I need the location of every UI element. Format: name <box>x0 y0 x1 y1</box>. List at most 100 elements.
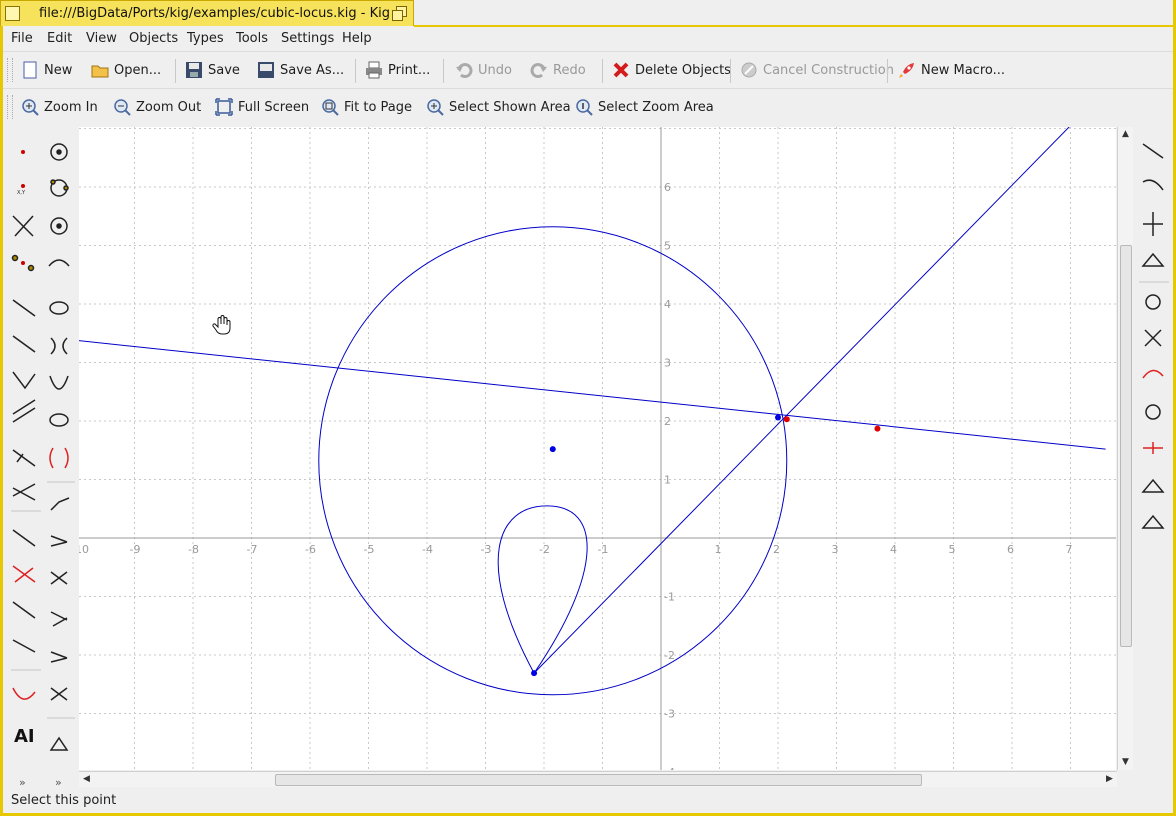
point-reflection-icon[interactable] <box>1141 252 1165 267</box>
vector-tool-icon[interactable] <box>12 601 36 619</box>
zoom-out-icon <box>113 98 131 116</box>
cancel-construction-button[interactable]: Cancel Construction <box>740 60 894 80</box>
save-button[interactable]: Save <box>185 60 240 80</box>
menu-help[interactable]: Help <box>342 31 372 46</box>
x-tick-label: -7 <box>247 543 258 556</box>
locus-moving-point <box>531 670 538 677</box>
redo-label: Redo <box>553 62 586 78</box>
scroll-down-arrow-icon[interactable]: ▼ <box>1119 756 1132 769</box>
conic-tool-icon[interactable] <box>49 301 69 315</box>
menu-settings[interactable]: Settings <box>281 31 334 46</box>
locus-tool-icon[interactable] <box>12 687 36 700</box>
construction-circle <box>318 226 788 696</box>
canvas-drawing: -10 -9 -8 -7 -6 -5 -4 -3 -2 -1 1 2 3 4 5 6 7 6 5 4 3 2 1 -1 -2 -3… <box>79 127 1116 770</box>
projective-icon[interactable] <box>1145 404 1161 420</box>
menu-file[interactable]: File <box>11 31 33 46</box>
horizontal-scroll-thumb[interactable] <box>275 774 922 786</box>
rotation-icon[interactable] <box>1142 179 1164 191</box>
harmonic-homology-icon[interactable] <box>1141 514 1165 529</box>
print-button[interactable]: Print... <box>365 60 430 80</box>
polygon-center-icon[interactable] <box>50 611 68 627</box>
perpendicular-tool-icon[interactable] <box>12 449 36 467</box>
redo-button[interactable]: Redo <box>530 60 586 80</box>
delete-objects-button[interactable]: Delete Objects <box>612 60 731 80</box>
expand-chevron-icon[interactable]: » <box>55 776 62 789</box>
intersection-tool-icon[interactable] <box>12 215 34 237</box>
segment-endpoints-icon[interactable] <box>12 529 36 547</box>
point-tool-icon[interactable] <box>21 150 25 154</box>
save-as-button[interactable]: Save As... <box>257 60 344 80</box>
menu-types[interactable]: Types <box>187 31 224 46</box>
menu-view[interactable]: View <box>86 31 117 46</box>
zoom-in-button[interactable]: Zoom In <box>21 97 98 117</box>
maximize-icon[interactable] <box>391 5 407 21</box>
vertical-scroll-thumb[interactable] <box>1120 245 1132 647</box>
select-zoom-area-button[interactable]: Select Zoom Area <box>575 97 714 117</box>
text-label-icon[interactable]: AI <box>14 726 35 747</box>
x-tick-label: -9 <box>130 543 141 556</box>
scroll-right-arrow-icon[interactable]: ▶ <box>1103 773 1116 786</box>
circle-inversion-icon[interactable] <box>1142 369 1164 379</box>
new-button[interactable]: New <box>21 60 72 80</box>
select-shown-area-button[interactable]: Select Shown Area <box>426 97 571 117</box>
point-by-coords-icon[interactable]: X,Y <box>17 184 26 196</box>
menu-edit[interactable]: Edit <box>47 31 72 46</box>
circle-center-point-icon[interactable] <box>50 143 68 161</box>
x-tick-label: 4 <box>890 543 897 556</box>
vertical-scrollbar[interactable]: ▲ ▼ <box>1117 127 1133 770</box>
affinity-icon[interactable] <box>1143 442 1163 454</box>
parallel-tool-icon[interactable] <box>12 399 36 423</box>
horizontal-scrollbar[interactable]: ◀ ▶ <box>79 771 1117 787</box>
x-tick-label: -5 <box>364 543 375 556</box>
window-menu-icon[interactable] <box>5 6 20 21</box>
x-tick-label: 6 <box>1007 543 1014 556</box>
line-tool-icon[interactable] <box>12 299 36 317</box>
homothety-icon[interactable] <box>1144 329 1162 347</box>
angle-bisector-icon[interactable] <box>12 371 36 390</box>
printer-icon <box>365 61 383 79</box>
toolbar-grip[interactable] <box>7 95 13 119</box>
scaling-icon[interactable] <box>1145 294 1161 310</box>
zoom-select-icon <box>426 98 444 116</box>
zoom-out-button[interactable]: Zoom Out <box>113 97 201 117</box>
hand-cursor-shape <box>212 315 231 335</box>
right-tool-icons <box>1139 143 1169 529</box>
open-button[interactable]: Open... <box>91 60 161 80</box>
scroll-up-arrow-icon[interactable]: ▲ <box>1119 128 1132 141</box>
fit-to-page-button[interactable]: Fit to Page <box>321 97 412 117</box>
line-by-vector-icon[interactable] <box>12 483 36 501</box>
cubic-tool-icon[interactable] <box>49 447 69 469</box>
menu-objects[interactable]: Objects <box>129 31 178 46</box>
full-screen-button[interactable]: Full Screen <box>215 97 309 117</box>
regular-polygon-icon[interactable] <box>50 571 68 585</box>
undo-button[interactable]: Undo <box>455 60 512 80</box>
polygon-vertices-icon[interactable] <box>50 497 70 511</box>
hyperbola-tool-icon[interactable] <box>50 337 68 355</box>
conic-five-points-icon[interactable] <box>49 413 69 427</box>
save-as-label: Save As... <box>280 62 345 78</box>
y-tick-label: 1 <box>664 474 671 487</box>
expand-chevron-icon[interactable]: » <box>19 776 26 789</box>
midpoint-tool-icon[interactable] <box>11 254 35 272</box>
polygon-sides-icon[interactable] <box>50 535 68 547</box>
scroll-left-arrow-icon[interactable]: ◀ <box>80 773 93 786</box>
remove-segment-icon[interactable] <box>12 565 36 583</box>
circle-three-points-icon[interactable] <box>50 179 69 197</box>
triangle-tool-icon[interactable] <box>49 736 69 751</box>
star-polygon-icon[interactable] <box>50 687 68 701</box>
similitude-icon[interactable] <box>1141 478 1165 493</box>
segment-tool-icon[interactable] <box>12 335 36 353</box>
toolbar-grip[interactable] <box>7 58 13 82</box>
translation-icon[interactable] <box>1142 143 1164 159</box>
circle-radius-icon[interactable] <box>50 217 68 235</box>
geometry-canvas[interactable]: -10 -9 -8 -7 -6 -5 -4 -3 -2 -1 1 2 3 4 5 6 7 6 5 4 3 2 1 -1 -2 -3… <box>79 127 1116 770</box>
parabola-tool-icon[interactable] <box>49 375 69 390</box>
new-macro-button[interactable]: New Macro... <box>898 60 1005 80</box>
reflection-line-icon[interactable] <box>1143 212 1163 236</box>
arc-tool-icon[interactable] <box>48 259 70 267</box>
convex-hull-icon[interactable] <box>50 651 68 663</box>
polygon-side-icon[interactable] <box>12 639 36 653</box>
title-bar[interactable]: file:///BigData/Ports/kig/examples/cubic… <box>0 0 414 26</box>
menu-tools[interactable]: Tools <box>236 31 268 46</box>
line-point <box>874 425 881 432</box>
